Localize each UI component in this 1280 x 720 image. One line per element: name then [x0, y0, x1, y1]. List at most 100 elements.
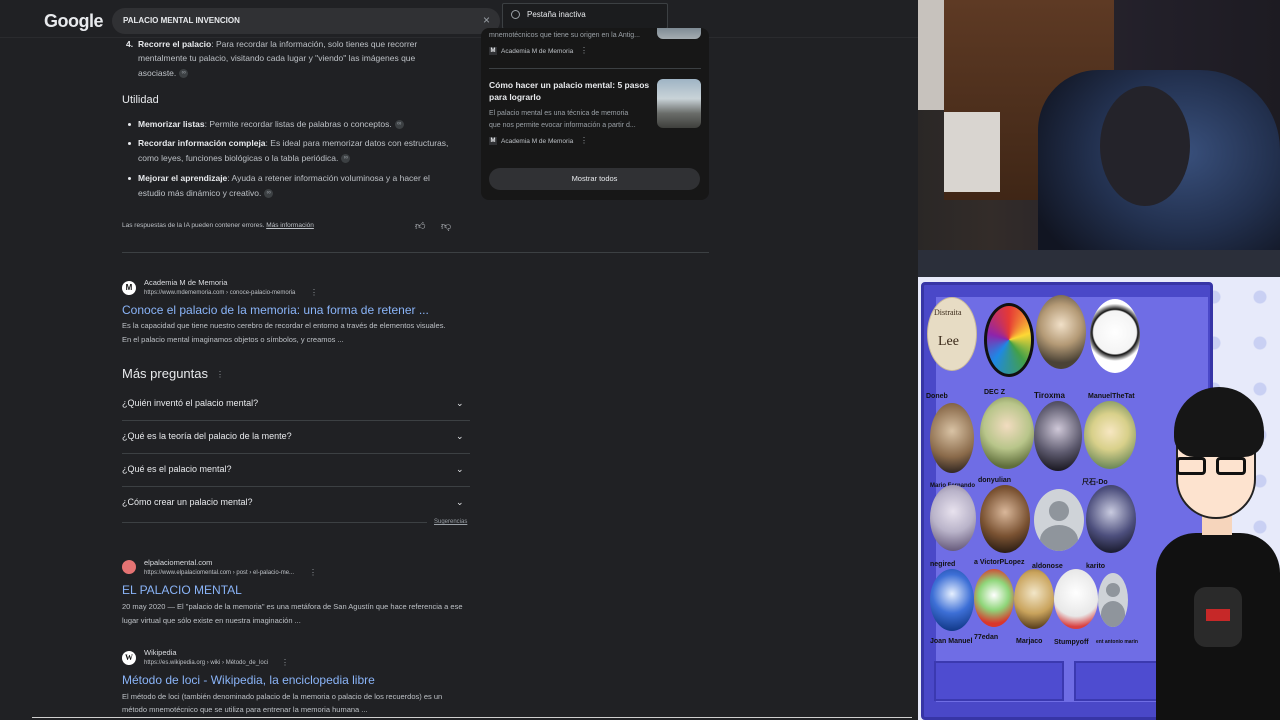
bullet-memorizar: Memorizar listas: Permite recordar lista… — [138, 117, 404, 132]
source-card-snippet-2: que nos permite evocar información a par… — [489, 122, 636, 129]
step-4-text: Recorre el palacio: Para recordar la inf… — [138, 39, 418, 49]
source-card-snippet: El palacio mental es una técnica de memo… — [489, 110, 629, 117]
result-url[interactable]: https://es.wikipedia.org › wiki › Método… — [144, 660, 268, 666]
more-options-icon[interactable]: ⋮ — [580, 46, 588, 55]
supporter-avatar — [980, 397, 1034, 469]
ai-disclaimer: Las respuestas de la IA pueden contener … — [122, 222, 314, 229]
result-site-name[interactable]: Academia M de Memoria — [144, 278, 227, 287]
paa-question[interactable]: ¿Qué es el palacio mental? — [122, 464, 232, 474]
source-site[interactable]: Academia M de Memoria — [501, 138, 573, 145]
supporter-avatar — [930, 403, 974, 473]
chevron-down-icon[interactable]: ⌄ — [456, 464, 466, 474]
result-title-link[interactable]: Conoce el palacio de la memoria: una for… — [122, 303, 429, 317]
thumbs-up-icon[interactable]: 👍︎ — [415, 220, 425, 232]
divider — [122, 486, 470, 487]
streamer-mascot-illustration — [1156, 387, 1280, 720]
more-options-icon[interactable]: ⋮ — [580, 136, 588, 145]
result-site-name[interactable]: Wikipedia — [144, 648, 177, 657]
supporter-avatar — [1034, 401, 1082, 471]
paa-question[interactable]: ¿Quién inventó el palacio mental? — [122, 398, 258, 408]
thumbs-down-icon[interactable]: 👎︎ — [441, 220, 451, 232]
show-all-button[interactable]: Mostrar todos — [489, 168, 700, 190]
chevron-down-icon[interactable]: ⌄ — [456, 398, 466, 408]
search-input[interactable]: PALACIO MENTAL INVENCION × — [112, 8, 500, 34]
section-divider — [122, 252, 709, 253]
utilidad-heading: Utilidad — [122, 94, 159, 106]
bullet-mejorar-line-2: estudio más dinámico y creativo. ∞ — [138, 186, 274, 201]
step-4-bold: Recorre el palacio — [138, 39, 212, 49]
source-favicon: M — [489, 137, 497, 145]
result-favicon: M — [122, 281, 136, 295]
webcam-table — [944, 112, 1000, 192]
ai-sources-panel: mnemotécnicos que tiene su origen en la … — [481, 28, 709, 200]
paa-question[interactable]: ¿Qué es la teoría del palacio de la ment… — [122, 431, 292, 441]
result-snippet: El método de loci (también denominado pa… — [122, 692, 443, 701]
board-footer-left — [934, 661, 1064, 701]
step-4-line-2: mentalmente tu palacio, visitando cada l… — [138, 53, 416, 63]
default-avatar-head — [1106, 583, 1120, 597]
more-info-link[interactable]: Más información — [266, 222, 314, 229]
clear-icon[interactable]: × — [483, 13, 490, 27]
more-options-icon[interactable]: ⋮ — [216, 370, 224, 379]
bullet-dot — [128, 123, 131, 126]
result-snippet: Es la capacidad que tiene nuestro cerebr… — [122, 321, 446, 330]
link-icon[interactable]: ∞ — [394, 120, 404, 130]
supporter-name: negired — [930, 561, 956, 568]
search-query-text[interactable]: PALACIO MENTAL INVENCION — [123, 16, 240, 25]
source-thumbnail[interactable] — [657, 28, 701, 39]
result-favicon — [122, 560, 136, 574]
result-title-link[interactable]: EL PALACIO MENTAL — [122, 583, 242, 597]
supporter-avatar — [1036, 295, 1086, 369]
source-snippet: mnemotécnicos que tiene su origen en la … — [489, 32, 640, 39]
divider — [489, 68, 701, 69]
supporter-name: Marjaco — [1016, 638, 1043, 645]
stream-overlay-panel: Distraita Lee Doneb DEC Z Tiroxma Manuel… — [918, 277, 1280, 720]
supporter-avatar — [980, 485, 1030, 553]
link-icon[interactable]: ∞ — [264, 189, 274, 199]
mascot-hair — [1174, 387, 1264, 457]
supporter-avatar — [930, 569, 974, 631]
divider — [122, 453, 470, 454]
chevron-down-icon[interactable]: ⌄ — [456, 431, 466, 441]
tooltip-text: Pestaña inactiva — [527, 10, 586, 19]
supporter-avatar — [1054, 569, 1098, 629]
result-url[interactable]: https://www.mdememoria.com › conoce-pala… — [144, 290, 295, 296]
result-snippet: 20 may 2020 — El "palacio de la memoria"… — [122, 602, 463, 611]
search-header: Google PALACIO MENTAL INVENCION × — [0, 0, 918, 38]
paa-question[interactable]: ¿Cómo crear un palacio mental? — [122, 497, 253, 507]
source-site[interactable]: Academia M de Memoria — [501, 48, 573, 55]
supporter-avatar: Distraita Lee — [927, 297, 977, 371]
people-also-ask-title: Más preguntas ⋮ — [122, 366, 224, 381]
webcam-floor — [918, 250, 1280, 277]
result-snippet-2: método mnemotécnico que se utiliza para … — [122, 705, 368, 714]
inactive-tab-tooltip: Pestaña inactiva — [502, 3, 668, 29]
more-options-icon[interactable]: ⋮ — [310, 288, 318, 297]
default-avatar-body — [1040, 525, 1078, 551]
default-avatar-icon — [1098, 573, 1128, 627]
more-options-icon[interactable]: ⋮ — [281, 658, 289, 667]
source-thumbnail[interactable] — [657, 79, 701, 128]
bottom-scroll-line — [32, 717, 912, 718]
source-card-title[interactable]: Cómo hacer un palacio mental: 5 pasos — [489, 80, 649, 91]
bullet-recordar: Recordar información compleja: Es ideal … — [138, 138, 449, 148]
google-results-page: Google PALACIO MENTAL INVENCION × Pestañ… — [0, 0, 918, 720]
bullet-mejorar: Mejorar el aprendizaje: Ayuda a retener … — [138, 173, 430, 183]
more-options-icon[interactable]: ⋮ — [309, 568, 317, 577]
link-icon[interactable]: ∞ — [179, 69, 189, 79]
supporter-name: karito — [1086, 563, 1106, 570]
google-logo[interactable]: Google — [44, 11, 104, 32]
avatar-logo-text: Distraita — [934, 308, 962, 317]
webcam-person — [1100, 86, 1190, 206]
result-snippet-2: En el palacio mental imaginamos objetos … — [122, 335, 344, 344]
supporter-avatar — [1090, 299, 1140, 373]
mascot-glasses-right — [1216, 457, 1246, 475]
chevron-down-icon[interactable]: ⌄ — [456, 497, 466, 507]
result-url[interactable]: https://www.elpalaciomental.com › post ›… — [144, 570, 294, 576]
source-card-title-2[interactable]: para lograrlo — [489, 92, 541, 103]
suggestions-link[interactable]: Sugerencias — [434, 519, 467, 525]
result-site-name[interactable]: elpalaciomental.com — [144, 558, 212, 567]
avatar-logo-text: Lee — [938, 334, 959, 349]
divider — [122, 522, 427, 523]
result-title-link[interactable]: Método de loci - Wikipedia, la enciclope… — [122, 673, 375, 687]
link-icon[interactable]: ∞ — [341, 154, 351, 164]
